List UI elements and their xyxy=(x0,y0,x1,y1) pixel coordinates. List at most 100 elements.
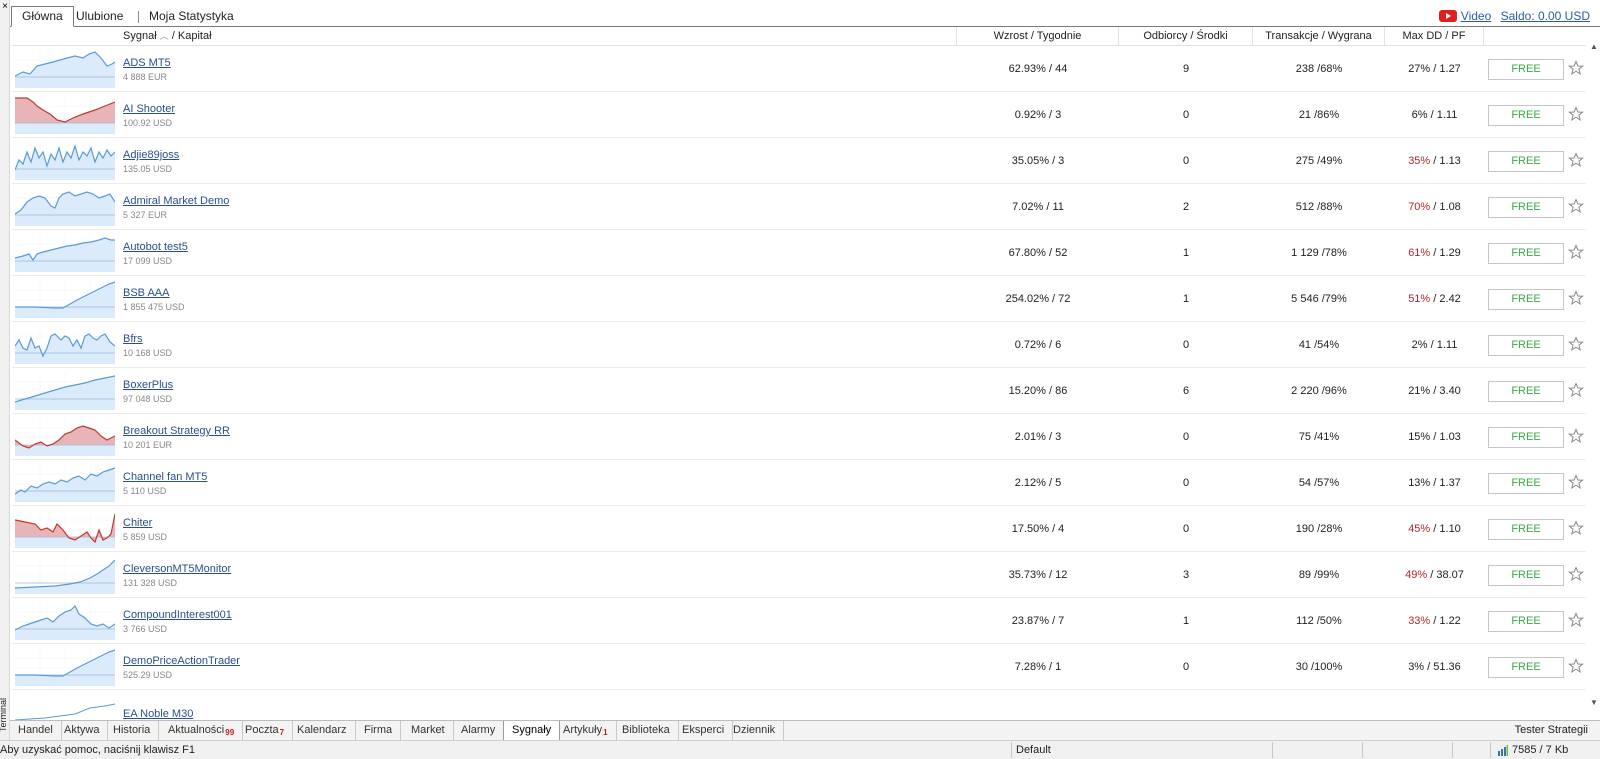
signal-name-link[interactable]: Adjie89joss xyxy=(123,149,179,161)
bottom-tab-biblioteka[interactable]: Biblioteka xyxy=(614,721,679,740)
col-signal-capital[interactable]: Sygnał ︿ / Kapitał xyxy=(12,27,957,46)
bottom-tab-aktywa[interactable]: Aktywa xyxy=(56,721,109,740)
signal-name-link[interactable]: BSB AAA xyxy=(123,287,169,299)
free-subscribe-button[interactable]: FREE xyxy=(1488,473,1564,494)
equity-sparkline xyxy=(15,280,115,318)
free-subscribe-button[interactable]: FREE xyxy=(1488,151,1564,172)
table-row[interactable]: Autobot test5 17 099 USD 67.80% / 52 1 1 129… xyxy=(12,230,1586,276)
youtube-icon[interactable] xyxy=(1438,10,1457,22)
signal-name-link[interactable]: CleversonMT5Monitor xyxy=(123,563,231,575)
bottom-tab-alarmy[interactable]: Alarmy xyxy=(453,721,505,740)
signal-name-link[interactable]: BoxerPlus xyxy=(123,379,173,391)
tab-glowna[interactable]: Główna xyxy=(11,6,74,27)
star-favorite-icon[interactable] xyxy=(1568,59,1584,77)
bottom-tab-kalendarz[interactable]: Kalendarz xyxy=(289,721,356,740)
tab-moja-statystyka[interactable]: Moja Statystyka xyxy=(139,7,244,27)
video-link[interactable]: Video xyxy=(1461,9,1491,23)
bottom-tab-label: Historia xyxy=(113,724,151,736)
bottom-tab-aktualno-ci[interactable]: Aktualności99 xyxy=(160,721,244,740)
table-row[interactable]: Breakout Strategy RR 10 201 EUR 2.01% / 3 0… xyxy=(12,414,1586,460)
star-favorite-icon[interactable] xyxy=(1568,335,1584,353)
free-subscribe-button[interactable]: FREE xyxy=(1488,105,1564,126)
col-maxdd[interactable]: Max DD / PF xyxy=(1385,27,1484,46)
table-row-partial[interactable]: EA Noble M30 xyxy=(12,700,1586,720)
bottom-tab-market[interactable]: Market xyxy=(403,721,454,740)
signal-growth: 2.01% / 3 xyxy=(1014,431,1062,443)
bottom-tab-artyku-y[interactable]: Artykuły1 xyxy=(555,721,617,740)
free-subscribe-button[interactable]: FREE xyxy=(1488,565,1564,586)
free-subscribe-button[interactable]: FREE xyxy=(1488,335,1564,356)
bottom-tab-historia[interactable]: Historia xyxy=(105,721,160,740)
col-trades[interactable]: Transakcje / Wygrana xyxy=(1253,27,1385,46)
bottom-tab-poczta[interactable]: Poczta7 xyxy=(237,721,294,740)
free-subscribe-button[interactable]: FREE xyxy=(1488,427,1564,448)
equity-sparkline xyxy=(15,556,115,594)
table-row[interactable]: CompoundInterest001 3 766 USD 23.87% / 711… xyxy=(12,598,1586,644)
star-favorite-icon[interactable] xyxy=(1568,381,1584,399)
star-favorite-icon[interactable] xyxy=(1568,105,1584,123)
table-row[interactable]: CleversonMT5Monitor 131 328 USD 35.73% / 1… xyxy=(12,552,1586,598)
free-subscribe-button[interactable]: FREE xyxy=(1488,59,1564,80)
signal-name-link[interactable]: EA Noble M30 xyxy=(123,708,193,720)
table-row[interactable]: BoxerPlus 97 048 USD 15.20% / 86 6 2 220 /96… xyxy=(12,368,1586,414)
scroll-down-icon[interactable]: ▼ xyxy=(1588,697,1600,709)
status-bar: Aby uzyskać pomoc, naciśnij klawisz F1 D… xyxy=(0,740,1600,759)
signal-capital: 4 888 EUR xyxy=(123,72,168,82)
star-favorite-icon[interactable] xyxy=(1568,427,1584,445)
star-favorite-icon[interactable] xyxy=(1568,519,1584,537)
bottom-tab-firma[interactable]: Firma xyxy=(356,721,402,740)
vertical-scrollbar[interactable]: ▲ ▼ xyxy=(1588,27,1600,720)
free-subscribe-button[interactable]: FREE xyxy=(1488,197,1564,218)
signal-name-link[interactable]: Channel fan MT5 xyxy=(123,471,207,483)
signal-name-link[interactable]: CompoundInterest001 xyxy=(123,609,232,621)
table-row[interactable]: Channel fan MT5 5 110 USD 2.12% / 5 0 54 /57… xyxy=(12,460,1586,506)
star-favorite-icon[interactable] xyxy=(1568,473,1584,491)
close-icon[interactable]: × xyxy=(0,2,10,12)
star-favorite-icon[interactable] xyxy=(1568,611,1584,629)
bottom-tab-dziennik[interactable]: Dziennik xyxy=(725,721,785,740)
star-favorite-icon[interactable] xyxy=(1568,289,1584,307)
signal-maxdd: 3% xyxy=(1408,661,1425,673)
signal-name-link[interactable]: Chiter xyxy=(123,517,152,529)
star-favorite-icon[interactable] xyxy=(1568,565,1584,583)
table-row[interactable]: Admiral Market Demo 5 327 EUR 7.02% / 11 2 5… xyxy=(12,184,1586,230)
signal-subscribers: 0 xyxy=(1182,661,1190,673)
signal-subscribers: 2 xyxy=(1182,201,1190,213)
table-row[interactable]: ADS MT5 4 888 EUR 62.93% / 44 9 238 /68% 27% … xyxy=(12,46,1586,92)
signal-name-link[interactable]: DemoPriceActionTrader xyxy=(123,655,240,667)
scroll-up-icon[interactable]: ▲ xyxy=(1588,41,1600,53)
table-row[interactable]: BSB AAA 1 855 475 USD 254.02% / 72 1 5 546 /… xyxy=(12,276,1586,322)
bottom-tab-sygna-y[interactable]: Sygnały xyxy=(503,721,561,741)
star-favorite-icon[interactable] xyxy=(1568,197,1584,215)
signal-name-link[interactable]: Admiral Market Demo xyxy=(123,195,229,207)
col-growth[interactable]: Wzrost / Tygodnie xyxy=(957,27,1119,46)
bottom-tab-label: Kalendarz xyxy=(297,724,347,736)
free-subscribe-button[interactable]: FREE xyxy=(1488,657,1564,678)
table-row[interactable]: Bfrs 10 168 USD 0.72% / 6 0 41 /54% 2% / 1.11… xyxy=(12,322,1586,368)
table-row[interactable]: Adjie89joss 135.05 USD 35.05% / 3 0 275 /49%… xyxy=(12,138,1586,184)
signal-trades: 112 /50% xyxy=(1296,615,1342,627)
star-favorite-icon[interactable] xyxy=(1568,243,1584,261)
star-favorite-icon[interactable] xyxy=(1568,151,1584,169)
free-subscribe-button[interactable]: FREE xyxy=(1488,611,1564,632)
free-subscribe-button[interactable]: FREE xyxy=(1488,381,1564,402)
star-favorite-icon[interactable] xyxy=(1568,657,1584,675)
table-row[interactable]: AI Shooter 100.92 USD 0.92% / 3 0 21 /86% 6% … xyxy=(12,92,1586,138)
col-subscribers[interactable]: Odbiorcy / Środki xyxy=(1119,27,1253,46)
signal-capital: 17 099 USD xyxy=(123,256,173,266)
free-subscribe-button[interactable]: FREE xyxy=(1488,243,1564,264)
signal-name-link[interactable]: Bfrs xyxy=(123,333,143,345)
free-subscribe-button[interactable]: FREE xyxy=(1488,289,1564,310)
balance-link[interactable]: Saldo: 0.00 USD xyxy=(1501,9,1590,23)
free-subscribe-button[interactable]: FREE xyxy=(1488,519,1564,540)
tester-strategii-tab[interactable]: Tester Strategii xyxy=(1515,721,1588,740)
signal-name-link[interactable]: Breakout Strategy RR xyxy=(123,425,230,437)
table-row[interactable]: Chiter 5 859 USD 17.50% / 4 0 190 /28% 45% / … xyxy=(12,506,1586,552)
signal-name-link[interactable]: AI Shooter xyxy=(123,103,175,115)
signal-capital: 97 048 USD xyxy=(123,394,173,404)
bottom-tab-handel[interactable]: Handel xyxy=(10,721,62,740)
signal-name-link[interactable]: ADS MT5 xyxy=(123,57,171,69)
tab-ulubione[interactable]: Ulubione xyxy=(66,7,133,27)
signal-name-link[interactable]: Autobot test5 xyxy=(123,241,188,253)
table-row[interactable]: DemoPriceActionTrader 525.29 USD 7.28% / 1… xyxy=(12,644,1586,690)
